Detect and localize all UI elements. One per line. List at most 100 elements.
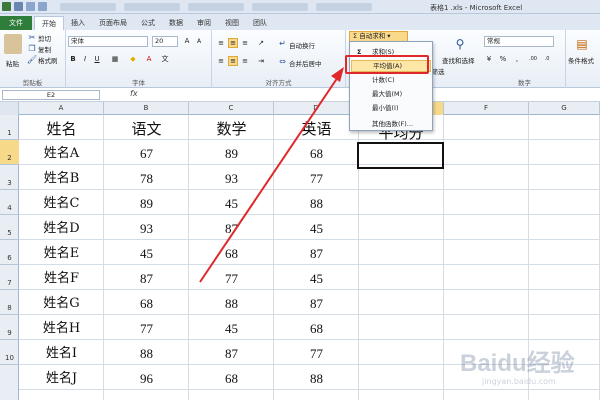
comma-icon[interactable]: , [512,54,522,64]
name-cell[interactable]: 姓名H [19,316,104,341]
score-cell[interactable]: 45 [104,241,189,266]
score-cell[interactable]: 68 [274,141,359,166]
find-select-button[interactable]: 查找和选择 [442,55,475,65]
header-cell[interactable]: 姓名 [19,117,104,142]
italic-icon[interactable]: I [80,54,90,64]
column-header-a[interactable]: A [19,102,104,115]
align-left-icon[interactable]: ≡ [216,56,226,66]
score-cell[interactable]: 45 [189,316,274,341]
tab-formulas[interactable]: 公式 [134,16,162,30]
score-cell[interactable]: 67 [104,141,189,166]
bold-icon[interactable]: B [68,54,78,64]
underline-icon[interactable]: U [92,54,102,64]
row-header[interactable]: 5 [0,215,19,240]
score-cell[interactable]: 87 [189,341,274,366]
blurred-tab[interactable] [60,3,116,11]
name-cell[interactable]: 姓名F [19,266,104,291]
fill-color-icon[interactable]: ◆ [128,54,138,64]
score-cell[interactable]: 45 [189,191,274,216]
name-cell[interactable]: 姓名D [19,216,104,241]
align-bottom-icon[interactable]: ≡ [240,38,250,48]
tab-view[interactable]: 视图 [218,16,246,30]
copy-button[interactable]: 复制 [38,44,51,54]
score-cell[interactable]: 77 [189,266,274,291]
score-cell[interactable]: 87 [189,216,274,241]
header-cell[interactable]: 语文 [104,117,189,142]
header-cell[interactable]: 数学 [189,117,274,142]
merge-center-button[interactable]: 合并后居中 [289,58,322,68]
font-name-select[interactable]: 宋体 [68,36,148,47]
row-header[interactable]: 9 [0,315,19,340]
row-header[interactable]: 2 [0,140,19,165]
shrink-font-icon[interactable]: A [194,36,204,46]
menu-item-min[interactable]: 最小值(I) [351,102,431,114]
decrease-decimal-icon[interactable]: .0 [542,54,552,64]
score-cell[interactable]: 89 [189,141,274,166]
format-painter-button[interactable]: 格式刷 [38,55,58,65]
row-header[interactable]: 8 [0,290,19,315]
align-top-icon[interactable]: ≡ [216,38,226,48]
active-cell-e2[interactable] [357,142,444,169]
name-cell[interactable]: 姓名B [19,166,104,191]
cut-button[interactable]: 剪切 [38,33,51,43]
row-header[interactable]: 4 [0,190,19,215]
score-cell[interactable]: 96 [104,366,189,391]
align-right-icon[interactable]: ≡ [240,56,250,66]
column-header-c[interactable]: C [189,102,274,115]
tab-review[interactable]: 审阅 [190,16,218,30]
row-header[interactable]: 10 [0,340,19,365]
column-header-f[interactable]: F [444,102,529,115]
score-cell[interactable]: 93 [104,216,189,241]
text-orientation-icon[interactable]: ↗ [256,38,266,48]
conditional-format-button[interactable]: 条件格式 [568,55,594,65]
score-cell[interactable]: 45 [274,266,359,291]
score-cell[interactable]: 88 [274,366,359,391]
name-cell[interactable]: 姓名J [19,366,104,391]
paste-icon[interactable] [4,34,22,54]
increase-decimal-icon[interactable]: .00 [528,54,538,64]
undo-icon[interactable] [26,2,35,11]
score-cell[interactable]: 77 [274,341,359,366]
wrap-text-button[interactable]: 自动换行 [289,40,315,50]
score-cell[interactable]: 68 [274,316,359,341]
border-icon[interactable]: ▦ [110,54,120,64]
score-cell[interactable]: 68 [104,291,189,316]
score-cell[interactable]: 88 [189,291,274,316]
blurred-tab[interactable] [124,3,180,11]
row-header[interactable]: 6 [0,240,19,265]
tab-team[interactable]: 团队 [246,16,274,30]
column-header-d[interactable]: D [274,102,359,115]
score-cell[interactable]: 78 [104,166,189,191]
score-cell[interactable]: 68 [189,366,274,391]
tab-insert[interactable]: 插入 [64,16,92,30]
name-cell[interactable]: 姓名I [19,341,104,366]
score-cell[interactable]: 77 [274,166,359,191]
tab-page-layout[interactable]: 页面布局 [92,16,134,30]
row-header[interactable]: 1 [0,115,19,140]
name-cell[interactable]: 姓名A [19,141,104,166]
score-cell[interactable]: 87 [104,266,189,291]
name-cell[interactable]: 姓名G [19,291,104,316]
tab-home[interactable]: 开始 [34,16,64,30]
blurred-tab[interactable] [316,3,372,11]
blurred-tab[interactable] [188,3,244,11]
score-cell[interactable]: 89 [104,191,189,216]
percent-icon[interactable]: % [498,54,508,64]
score-cell[interactable]: 88 [104,341,189,366]
name-cell[interactable]: 姓名E [19,241,104,266]
score-cell[interactable]: 87 [274,241,359,266]
indent-icon[interactable]: ⇥ [256,56,266,66]
score-cell[interactable]: 45 [274,216,359,241]
save-icon[interactable] [14,2,23,11]
grow-font-icon[interactable]: A [182,36,192,46]
menu-item-more-functions[interactable]: 其他函数(F)... [351,118,431,130]
blurred-tab[interactable] [252,3,308,11]
select-all-corner[interactable] [0,102,19,115]
column-header-b[interactable]: B [104,102,189,115]
align-middle-icon[interactable]: ≡ [228,38,238,48]
number-format-select[interactable]: 常规 [484,36,554,47]
menu-item-max[interactable]: 最大值(M) [351,88,431,100]
tab-file[interactable]: 文件 [0,16,32,30]
tab-data[interactable]: 数据 [162,16,190,30]
name-cell[interactable]: 姓名C [19,191,104,216]
